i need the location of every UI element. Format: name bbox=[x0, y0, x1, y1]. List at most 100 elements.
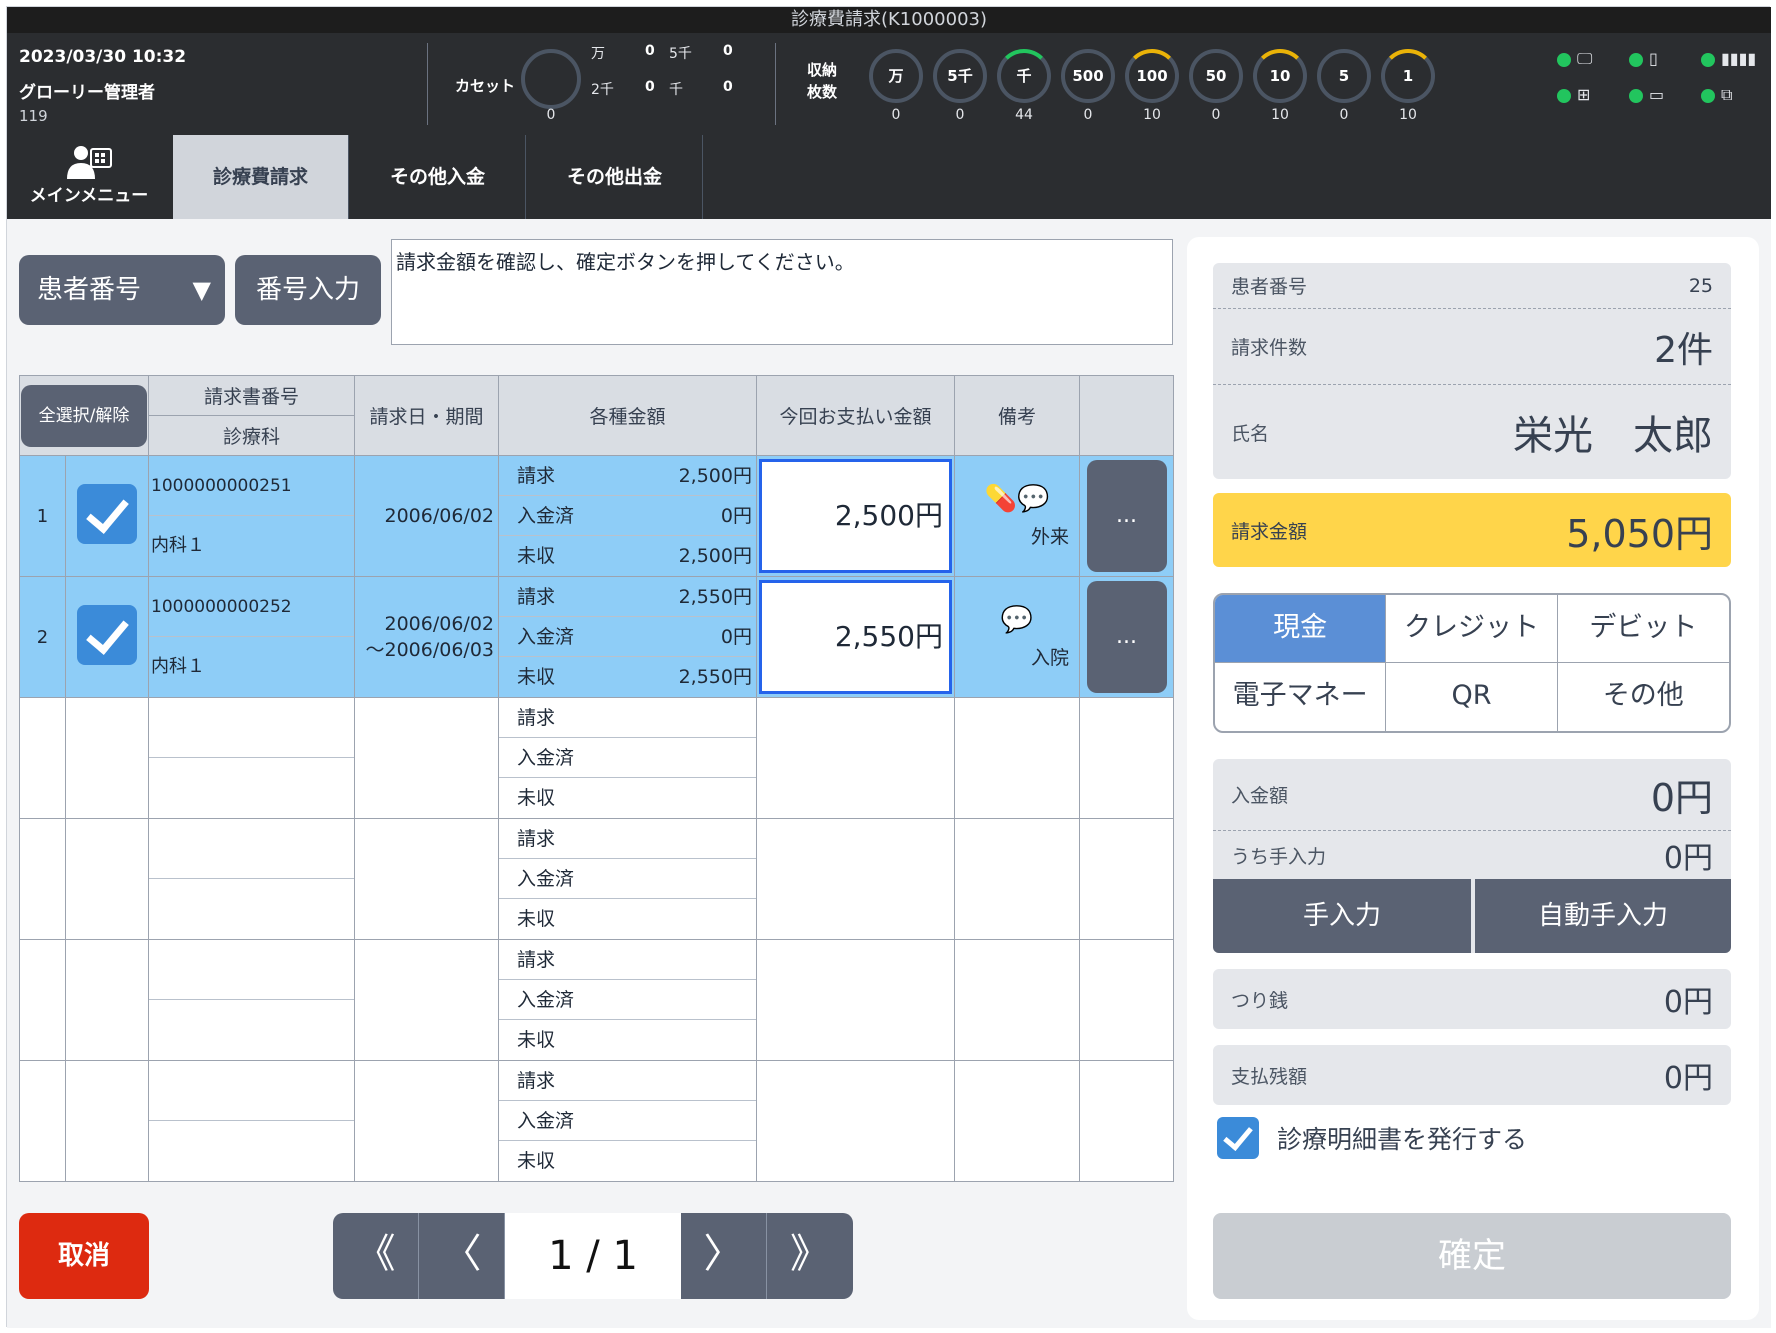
checkbox-checked-icon[interactable] bbox=[77, 483, 137, 544]
denomination-count: 10 bbox=[1143, 107, 1161, 123]
more-cell bbox=[1079, 939, 1174, 1061]
issue-statement-checkbox[interactable]: 診療明細書を発行する bbox=[1217, 1117, 1527, 1159]
billing-table-body: 1 1000000000251 内科１ 2006/06/02 請求 2,500円 入金済 0円… bbox=[19, 455, 1174, 1182]
amount-label: 未収 bbox=[517, 545, 556, 567]
patient-number-select[interactable]: 患者番号 ▼ bbox=[19, 255, 225, 325]
bill-count-label: 請求件数 bbox=[1231, 337, 1308, 359]
network-icon: ⊞ bbox=[1577, 85, 1591, 104]
change-box: つり銭 0円 bbox=[1213, 969, 1731, 1029]
amount-label: 入金済 bbox=[517, 868, 575, 890]
window-title: 診療費請求(K1000003) bbox=[7, 7, 1771, 33]
cassette-label: カセット bbox=[455, 77, 516, 95]
more-cell: ... bbox=[1079, 576, 1174, 698]
date-header: 請求日・期間 bbox=[354, 375, 499, 456]
row-select-cell[interactable] bbox=[65, 455, 149, 577]
device-status-item: ▯ bbox=[1629, 49, 1658, 68]
amount-label: 未収 bbox=[517, 1150, 556, 1172]
checkbox-checked-icon bbox=[1217, 1117, 1259, 1159]
amount-label: 入金済 bbox=[517, 989, 575, 1011]
manual-input-button[interactable]: 手入力 bbox=[1213, 879, 1471, 953]
received-amount-value: 0円 bbox=[1650, 776, 1713, 820]
note-text: 外来 bbox=[1030, 525, 1069, 548]
row-select-cell[interactable] bbox=[65, 576, 149, 698]
amount-line: 入金済 bbox=[499, 738, 756, 778]
status-ok-icon bbox=[1629, 88, 1643, 103]
payment-method-option[interactable]: QR bbox=[1386, 663, 1558, 731]
denomination-gauge: 50 bbox=[1189, 49, 1243, 103]
amounts-cell: 請求 入金済未収 bbox=[498, 697, 757, 819]
barcode-icon: ▮▮▮▮ bbox=[1721, 49, 1757, 68]
auto-manual-input-button[interactable]: 自動手入力 bbox=[1475, 879, 1731, 953]
date-line: ～2006/06/03 bbox=[365, 638, 494, 661]
table-row[interactable]: 1 1000000000251 内科１ 2006/06/02 請求 2,500円 入金済 0円… bbox=[19, 455, 1174, 577]
select-all-header: 全選択/解除 bbox=[19, 375, 149, 456]
more-button[interactable]: ... bbox=[1086, 581, 1167, 693]
action-header bbox=[1079, 375, 1174, 456]
note-cell bbox=[954, 818, 1080, 940]
select-all-button[interactable]: 全選択/解除 bbox=[21, 384, 147, 447]
storage-label: 収納 枚数 bbox=[807, 59, 837, 103]
change-label: つり銭 bbox=[1231, 989, 1289, 1012]
payment-amount-input[interactable]: 2,500円 bbox=[759, 459, 952, 573]
amount-label: 請求 bbox=[517, 465, 556, 487]
payment-method-option[interactable]: 電子マネー bbox=[1215, 663, 1387, 731]
invoice-cell bbox=[148, 1060, 355, 1182]
next-page-button[interactable]: 〉 bbox=[681, 1213, 767, 1299]
table-row-empty: 請求 入金済 未収 bbox=[19, 1060, 1174, 1182]
payment-method-option[interactable]: デビット bbox=[1557, 595, 1729, 663]
amount-line: 請求 bbox=[499, 940, 756, 980]
invoice-cell bbox=[148, 818, 355, 940]
patient-number-value: 25 bbox=[1688, 274, 1713, 297]
row-number bbox=[19, 939, 66, 1061]
card-reader-icon: ▭ bbox=[1649, 85, 1665, 104]
header-divider bbox=[427, 43, 428, 125]
payment-amount-input[interactable]: 2,550円 bbox=[759, 580, 952, 694]
amount-line: 未収 bbox=[499, 1020, 756, 1060]
first-page-button[interactable]: 《 bbox=[333, 1213, 419, 1299]
tab-medical-billing[interactable]: 診療費請求 bbox=[173, 135, 349, 219]
table-row[interactable]: 2 1000000000252 内科１ 2006/06/02 ～2006/06/03 請求… bbox=[19, 576, 1174, 698]
payment-cell bbox=[756, 697, 955, 819]
amount-line: 請求 bbox=[499, 819, 756, 859]
table-row-empty: 請求入金済未収 bbox=[19, 939, 1174, 1061]
payment-method-option[interactable]: 現金 bbox=[1215, 595, 1387, 663]
device-status-item: ⊞ bbox=[1557, 85, 1590, 104]
note-cell: 💊💬 外来 bbox=[954, 455, 1080, 577]
amounts-cell: 請求 2,500円 入金済 0円 未収 2,500円 bbox=[498, 455, 757, 577]
confirm-button[interactable]: 確定 bbox=[1213, 1213, 1731, 1299]
amount-line: 請求 2,550円 bbox=[499, 577, 756, 617]
note-cell bbox=[954, 697, 1080, 819]
cancel-button[interactable]: 取消 bbox=[19, 1213, 149, 1299]
more-button[interactable]: ... bbox=[1086, 460, 1167, 572]
number-input-button[interactable]: 番号入力 bbox=[235, 255, 381, 325]
last-page-button[interactable]: 》 bbox=[767, 1213, 853, 1299]
amount-label: 入金済 bbox=[517, 626, 575, 648]
terminal-id: 119 bbox=[19, 107, 48, 125]
denomination-count: 0 bbox=[1339, 107, 1349, 123]
date-cell: 2006/06/02 bbox=[354, 455, 499, 577]
cassette-label-man: 万 bbox=[591, 46, 605, 62]
prev-page-button[interactable]: 〈 bbox=[419, 1213, 505, 1299]
tab-other-deposit[interactable]: その他入金 bbox=[350, 135, 526, 219]
denomination-gauge: 500 bbox=[1061, 49, 1115, 103]
amount-line: 請求 bbox=[499, 698, 756, 738]
amount-label: 未収 bbox=[517, 787, 556, 809]
row-number bbox=[19, 697, 66, 819]
amount-value: 0円 bbox=[720, 505, 752, 527]
header-divider bbox=[775, 43, 776, 125]
amount-line: 未収 bbox=[499, 899, 756, 939]
patient-number-label: 患者番号 bbox=[1231, 276, 1308, 298]
change-value: 0円 bbox=[1663, 985, 1713, 1020]
cassette-gauge bbox=[521, 49, 581, 109]
more-cell: ... bbox=[1079, 455, 1174, 577]
billed-amount-value: 5,050円 bbox=[1566, 511, 1713, 556]
denomination-gauge: 100 bbox=[1125, 49, 1179, 103]
amount-label: 請求 bbox=[517, 949, 556, 971]
payment-method-option[interactable]: その他 bbox=[1558, 663, 1729, 731]
checkbox-checked-icon[interactable] bbox=[77, 604, 137, 665]
date-cell bbox=[354, 697, 499, 819]
denomination-gauge: 5千 bbox=[933, 49, 987, 103]
main-menu-button[interactable]: メインメニュー bbox=[7, 135, 171, 219]
tab-other-withdrawal[interactable]: その他出金 bbox=[527, 135, 703, 219]
payment-method-option[interactable]: クレジット bbox=[1386, 595, 1558, 663]
